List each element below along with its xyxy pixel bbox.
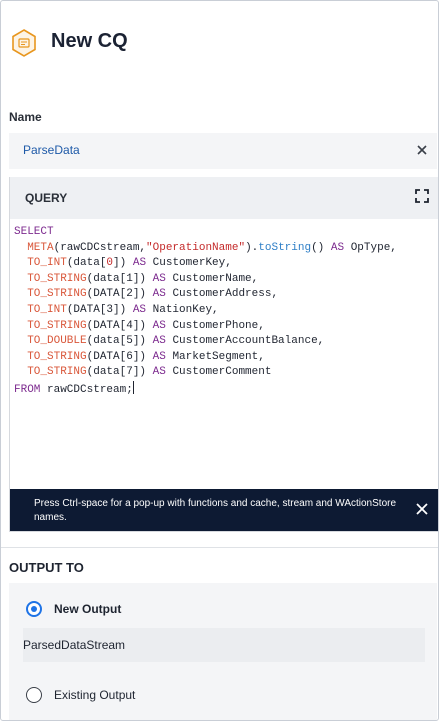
- code-token: AS: [152, 350, 166, 363]
- code-token: AS: [152, 272, 166, 285]
- code-token: TO_STRING: [27, 288, 87, 301]
- code-token: (DATA[2]): [86, 288, 153, 301]
- panel-header: New CQ: [1, 1, 438, 85]
- code-token: (rawCDCstream,: [53, 241, 147, 254]
- close-icon[interactable]: [415, 143, 429, 157]
- name-input-value: ParseData: [23, 143, 80, 157]
- code-token: TO_DOUBLE: [27, 335, 87, 348]
- output-options: New Output ParsedDataStream Existing Out…: [9, 583, 437, 720]
- code-token: TO_INT: [27, 303, 67, 316]
- code-token: AS: [132, 257, 147, 270]
- code-token: (data[1]): [86, 272, 153, 285]
- code-token: AS: [152, 319, 166, 332]
- query-editor[interactable]: SELECT META(rawCDCstream,"OperationName"…: [10, 219, 438, 489]
- code-token: (DATA[4]): [86, 319, 153, 332]
- code-token: TO_STRING: [27, 366, 87, 379]
- code-token: TO_STRING: [27, 272, 87, 285]
- code-token: CustomerComment: [172, 366, 272, 379]
- output-label: OUTPUT TO: [9, 560, 84, 575]
- new-output-radio[interactable]: [26, 601, 42, 617]
- code-token: (data[7]): [86, 366, 153, 379]
- section-divider: [1, 547, 438, 548]
- expand-icon[interactable]: [415, 189, 429, 203]
- code-token: AS: [330, 241, 345, 254]
- cq-hexagon-icon: [12, 29, 36, 57]
- new-output-label[interactable]: New Output: [54, 602, 121, 616]
- code-token: SELECT: [14, 226, 54, 238]
- text-cursor: [132, 380, 134, 394]
- code-token: FROM: [14, 383, 41, 396]
- code-token: "OperationName": [146, 241, 246, 254]
- code-token: TO_INT: [27, 257, 67, 270]
- query-section: QUERY SELECT META(rawCDCstream,"Operatio…: [9, 177, 438, 532]
- code-token: AS: [152, 366, 166, 379]
- code-token: AS: [132, 303, 147, 316]
- code-token: ).: [245, 241, 259, 254]
- code-token: (data[5]): [86, 335, 153, 348]
- stream-name-value: ParsedDataStream: [23, 638, 126, 652]
- close-icon[interactable]: [416, 503, 428, 515]
- code-token: TO_STRING: [27, 350, 87, 363]
- name-label: Name: [9, 110, 42, 124]
- code-token: AS: [152, 335, 166, 348]
- code-token: ]): [113, 257, 133, 270]
- code-token: toString: [258, 241, 312, 254]
- code-token: (data[: [66, 257, 107, 270]
- hint-banner: Press Ctrl-space for a pop-up with funct…: [10, 489, 438, 531]
- code-token: (): [311, 241, 331, 254]
- code-token: rawCDCstream;: [40, 383, 133, 396]
- code-token: (DATA[6]): [86, 350, 153, 363]
- existing-output-label[interactable]: Existing Output: [54, 688, 135, 702]
- code-token: TO_STRING: [27, 319, 87, 332]
- code-token: (DATA[3]): [66, 303, 133, 316]
- cq-editor-panel: New CQ Name ParseData QUERY SELECT META(…: [0, 0, 439, 721]
- existing-output-radio[interactable]: [26, 687, 42, 703]
- query-header: QUERY: [10, 177, 438, 219]
- page-title: New CQ: [51, 30, 128, 52]
- query-code: SELECT META(rawCDCstream,"OperationName"…: [14, 225, 397, 399]
- code-token: META: [27, 241, 54, 254]
- name-input[interactable]: ParseData: [9, 133, 437, 169]
- query-title: QUERY: [25, 191, 68, 205]
- stream-name-input[interactable]: ParsedDataStream: [23, 628, 425, 662]
- code-token: AS: [152, 288, 166, 301]
- hint-text: Press Ctrl-space for a pop-up with funct…: [34, 498, 397, 523]
